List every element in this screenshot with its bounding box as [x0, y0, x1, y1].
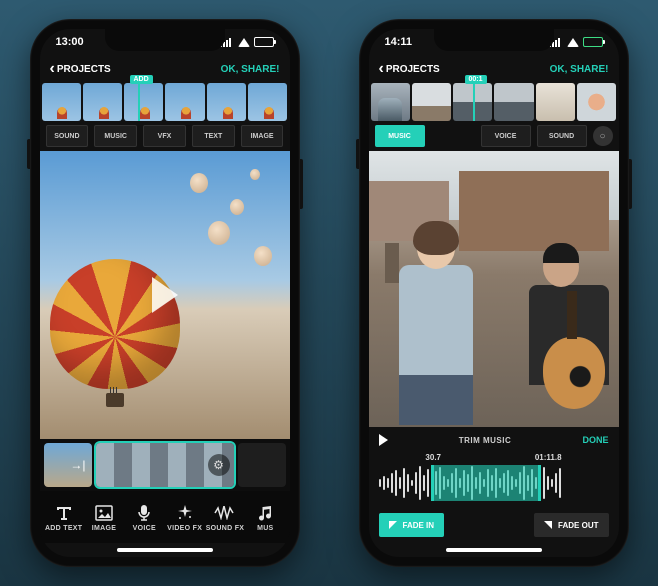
thumb[interactable]	[577, 83, 616, 121]
playhead-tag: 00:1	[465, 75, 487, 84]
category-text[interactable]: TEXT	[192, 125, 235, 147]
category-row: SOUND MUSIC VFX TEXT IMAGE	[40, 121, 290, 151]
screen-left: 13:00 PROJECTS OK, SHARE! ADD SOUND MUSI…	[40, 29, 290, 557]
tool-row: ADD TEXT IMAGE VOICE VIDEO FX	[40, 491, 290, 543]
tool-music[interactable]: MUS	[245, 493, 285, 543]
person-woman	[391, 227, 481, 427]
timeline-thumbnails[interactable]: 00:1	[369, 83, 619, 121]
battery-icon	[583, 37, 603, 47]
wifi-icon	[238, 38, 250, 47]
music-icon	[258, 504, 272, 522]
guitar	[543, 337, 605, 409]
category-voice[interactable]: VOICE	[481, 125, 531, 147]
status-right	[220, 37, 274, 47]
category-sound[interactable]: SOUND	[46, 125, 89, 147]
preview-area[interactable]	[369, 151, 619, 427]
button-label: FADE OUT	[558, 521, 598, 530]
tool-voice[interactable]: VOICE	[124, 493, 164, 543]
thumb[interactable]	[124, 83, 163, 121]
phone-mockup-left: 13:00 PROJECTS OK, SHARE! ADD SOUND MUSI…	[30, 19, 300, 567]
tool-sound-fx[interactable]: SOUND FX	[205, 493, 245, 543]
tool-add-text[interactable]: ADD TEXT	[44, 493, 84, 543]
wifi-icon	[567, 38, 579, 47]
play-icon[interactable]	[379, 434, 388, 446]
home-indicator[interactable]	[369, 543, 619, 557]
microphone-icon	[137, 504, 151, 522]
thumb[interactable]	[494, 83, 533, 121]
tool-label: MUS	[257, 525, 273, 532]
tool-video-fx[interactable]: VIDEO FX	[164, 493, 204, 543]
phone-mockup-right: 14:11 PROJECTS OK, SHARE! 00:1 MUSIC VOI	[359, 19, 629, 567]
thumb[interactable]	[165, 83, 204, 121]
category-row: MUSIC VOICE SOUND ○	[369, 121, 619, 151]
tool-label: VIDEO FX	[167, 525, 202, 532]
done-button[interactable]: DONE	[582, 435, 608, 445]
back-button[interactable]: PROJECTS	[50, 64, 111, 75]
trim-selection[interactable]	[431, 465, 541, 501]
category-image[interactable]: IMAGE	[241, 125, 284, 147]
thumb[interactable]	[412, 83, 451, 121]
thumb[interactable]	[248, 83, 287, 121]
thumb[interactable]	[83, 83, 122, 121]
image-icon	[95, 504, 113, 522]
back-button[interactable]: PROJECTS	[379, 64, 440, 75]
fade-in-icon	[389, 521, 397, 529]
tool-label: SOUND FX	[206, 525, 245, 532]
fade-out-icon	[544, 521, 552, 529]
thumb[interactable]	[207, 83, 246, 121]
fade-row: FADE IN FADE OUT	[369, 509, 619, 543]
home-indicator[interactable]	[40, 543, 290, 557]
waveform[interactable]	[379, 465, 609, 501]
share-button[interactable]: OK, SHARE!	[221, 64, 280, 75]
preview-image	[369, 151, 619, 427]
screen-right: 14:11 PROJECTS OK, SHARE! 00:1 MUSIC VOI	[369, 29, 619, 557]
sparkle-icon	[176, 504, 194, 522]
clip-strip: →| ⚙	[40, 439, 290, 491]
tool-label: VOICE	[133, 525, 156, 532]
battery-icon	[254, 37, 274, 47]
text-icon	[55, 504, 73, 522]
top-nav: PROJECTS OK, SHARE!	[40, 55, 290, 83]
tool-image[interactable]: IMAGE	[84, 493, 124, 543]
gear-icon[interactable]: ⚙	[208, 454, 230, 476]
clip-selected[interactable]: ⚙	[96, 443, 234, 487]
clip[interactable]	[238, 443, 286, 487]
trim-title: TRIM MUSIC	[459, 436, 512, 445]
timeline-thumbnails[interactable]: ADD	[40, 83, 290, 121]
thumb[interactable]	[371, 83, 410, 121]
share-button[interactable]: OK, SHARE!	[550, 64, 609, 75]
waveform-panel[interactable]: 30.7 01:11.8	[369, 453, 619, 509]
status-time: 13:00	[56, 36, 84, 48]
status-right	[549, 37, 603, 47]
status-time: 14:11	[385, 36, 413, 48]
tool-label: ADD TEXT	[45, 525, 82, 532]
notch	[434, 29, 554, 51]
top-nav: PROJECTS OK, SHARE!	[369, 55, 619, 83]
category-music[interactable]: MUSIC	[94, 125, 137, 147]
playhead-icon[interactable]	[138, 83, 140, 121]
thumb[interactable]	[42, 83, 81, 121]
category-music[interactable]: MUSIC	[375, 125, 425, 147]
fade-in-button[interactable]: FADE IN	[379, 513, 445, 537]
trim-end-time: 01:11.8	[535, 453, 562, 462]
thumb[interactable]	[536, 83, 575, 121]
trim-start-time: 30.7	[425, 453, 441, 462]
time-marks: 30.7 01:11.8	[379, 453, 609, 462]
preview-area[interactable]	[40, 151, 290, 439]
category-sound[interactable]: SOUND	[537, 125, 587, 147]
category-vfx[interactable]: VFX	[143, 125, 186, 147]
button-label: FADE IN	[403, 521, 435, 530]
playhead-tag: ADD	[130, 75, 153, 84]
soundwave-icon	[214, 504, 236, 522]
more-icon[interactable]: ○	[593, 126, 613, 146]
transition-in-icon[interactable]: →|	[70, 458, 85, 472]
fade-out-button[interactable]: FADE OUT	[534, 513, 608, 537]
tool-label: IMAGE	[92, 525, 116, 532]
playhead-icon[interactable]	[473, 83, 475, 121]
trim-header: TRIM MUSIC DONE	[369, 427, 619, 453]
clip[interactable]: →|	[44, 443, 92, 487]
notch	[105, 29, 225, 51]
play-icon[interactable]	[152, 277, 178, 313]
